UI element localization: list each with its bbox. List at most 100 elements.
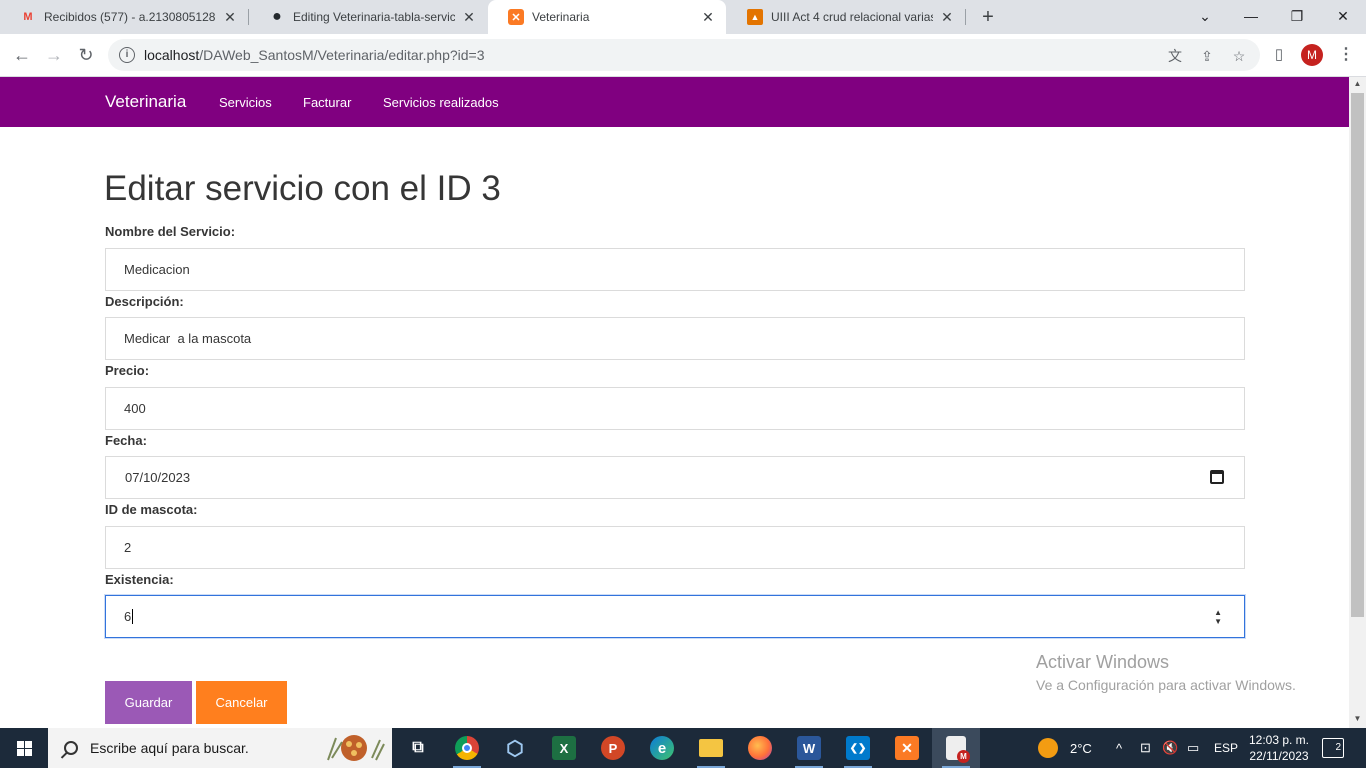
volume-muted-icon[interactable]: 🔇 [1162,728,1178,768]
minimize-button[interactable]: — [1228,0,1274,34]
url-path: /DAWeb_SantosM/Veterinaria/editar.php?id… [199,47,485,63]
windows-logo-icon [16,740,32,756]
start-button[interactable] [0,728,48,768]
page-scrollbar[interactable]: ▲ ▼ [1349,77,1366,728]
weather-sun-icon [1038,738,1058,758]
address-bar[interactable]: i localhost/DAWeb_SantosM/Veterinaria/ed… [108,39,1260,71]
scroll-up-icon[interactable]: ▲ [1349,77,1366,91]
profile-avatar[interactable]: M [1301,44,1323,66]
taskbar-vscode[interactable]: ❮❯ [834,728,882,768]
language-indicator[interactable]: ESP [1214,728,1238,768]
taskbar-edge[interactable]: e [638,728,686,768]
tab-separator [965,9,966,25]
tab-title: Recibidos (577) - a.21308051280 [44,10,216,24]
taskbar-file-explorer[interactable] [687,728,735,768]
cancelar-button[interactable]: Cancelar [196,681,287,724]
existencia-number-input[interactable]: 6 ▲ ▼ [105,595,1245,638]
taskbar-task-view[interactable]: ⧉ [394,728,442,768]
descripcion-input[interactable]: Medicar a la mascota [105,317,1245,360]
close-icon[interactable]: ✕ [700,9,716,25]
network-icon[interactable]: ▭ [1187,728,1199,768]
taskbar-xampp[interactable]: ✕ [883,728,931,768]
tab-title: Editing Veterinaria-tabla-servicio [293,10,455,24]
tray-overflow-icon[interactable]: ^ [1116,728,1122,768]
fecha-date-input[interactable]: 07/10/2023 [105,456,1245,499]
label-precio: Precio: [105,363,150,378]
nombre-value: Medicacion [124,262,190,277]
nav-link-facturar[interactable]: Facturar [303,95,351,110]
nav-link-servicios[interactable]: Servicios [219,95,272,110]
mascota-value: 2 [124,540,132,555]
text-caret [132,609,134,624]
guardar-button[interactable]: Guardar [105,681,192,724]
share-icon[interactable]: ⇪ [1198,47,1216,65]
nombre-input[interactable]: Medicacion [105,248,1245,291]
tab-github[interactable]: ● Editing Veterinaria-tabla-servicio ✕ [249,0,487,34]
profile-badge: M [957,750,970,763]
site-navbar: Veterinaria Servicios Facturar Servicios… [0,77,1349,127]
taskbar-powerpoint[interactable]: P [589,728,637,768]
taskbar-firefox[interactable] [736,728,784,768]
mascota-input[interactable]: 2 [105,526,1245,569]
meet-now-icon[interactable]: ⊡ [1140,728,1151,768]
weather-temperature: 2°C [1070,740,1092,756]
scroll-down-icon[interactable]: ▼ [1349,712,1366,726]
descripcion-value: Medicar a la mascota [124,331,252,346]
tab-gmail[interactable]: M Recibidos (577) - a.21308051280 ✕ [0,0,248,34]
excel-icon: X [552,736,576,760]
translate-icon[interactable]: 文 [1166,47,1184,65]
tab-search-button[interactable]: ⌄ [1182,0,1228,34]
site-info-icon[interactable]: i [119,47,135,63]
close-window-button[interactable]: ✕ [1320,0,1366,34]
tab-classroom[interactable]: ▲ UIII Act 4 crud relacional varias t ✕ [727,0,965,34]
taskbar-virtualbox[interactable]: ⬡ [491,728,539,768]
vscode-icon: ❮❯ [846,736,870,760]
taskbar-chrome-profile[interactable]: M [932,728,980,768]
reload-button[interactable]: ↻ [74,43,98,67]
close-icon[interactable]: ✕ [939,9,955,25]
classroom-icon: ▲ [747,9,763,25]
scrollbar-thumb[interactable] [1351,93,1364,617]
side-panel-icon[interactable]: ▯ [1268,44,1290,66]
back-button[interactable]: ← [10,43,34,67]
close-icon[interactable]: ✕ [222,9,238,25]
label-mascota: ID de mascota: [105,502,198,517]
forward-button[interactable]: → [42,43,66,67]
calendar-icon[interactable] [1210,470,1224,484]
nav-link-servicios-realizados[interactable]: Servicios realizados [383,95,499,110]
page-title: Editar servicio con el ID 3 [104,169,501,208]
close-icon[interactable]: ✕ [461,9,477,25]
url-text[interactable]: localhost/DAWeb_SantosM/Veterinaria/edit… [144,47,485,63]
notification-center-icon[interactable]: 2 [1322,738,1344,758]
browser-toolbar: ← → ↻ i localhost/DAWeb_SantosM/Veterina… [0,34,1366,77]
search-highlight-image [327,735,385,761]
taskbar-clock[interactable]: 12:03 p. m. 22/11/2023 [1244,732,1314,764]
label-descripcion: Descripción: [105,294,184,309]
chrome-profile-icon: M [946,736,970,763]
tab-title: Veterinaria [532,10,590,24]
word-icon: W [797,736,821,760]
bookmark-star-icon[interactable]: ☆ [1230,47,1248,65]
restore-button[interactable]: ❐ [1274,0,1320,34]
number-spinner-icon[interactable]: ▲ ▼ [1214,608,1222,626]
weather-widget[interactable]: 2°C [1038,728,1092,768]
tab-veterinaria[interactable]: ✕ Veterinaria ✕ [488,0,726,34]
tab-title: UIII Act 4 crud relacional varias t [771,10,933,24]
taskbar-word[interactable]: W [785,728,833,768]
navbar-brand[interactable]: Veterinaria [105,92,186,112]
existencia-value: 6 [124,609,132,624]
precio-input[interactable]: 400 [105,387,1245,430]
taskbar-search[interactable]: Escribe aquí para buscar. [48,728,392,768]
activation-watermark-title: Activar Windows [1036,652,1170,672]
github-icon: ● [272,8,282,25]
taskbar-chrome[interactable] [443,728,491,768]
virtualbox-icon: ⬡ [506,737,524,760]
fecha-value: 07/10/2023 [125,470,191,485]
chrome-icon [455,736,479,760]
task-view-icon: ⧉ [412,739,424,756]
new-tab-button[interactable]: + [976,5,1000,29]
search-placeholder: Escribe aquí para buscar. [90,740,249,756]
browser-menu-icon[interactable]: ⋮ [1335,44,1357,66]
clock-date: 22/11/2023 [1249,749,1309,763]
taskbar-excel[interactable]: X [540,728,588,768]
